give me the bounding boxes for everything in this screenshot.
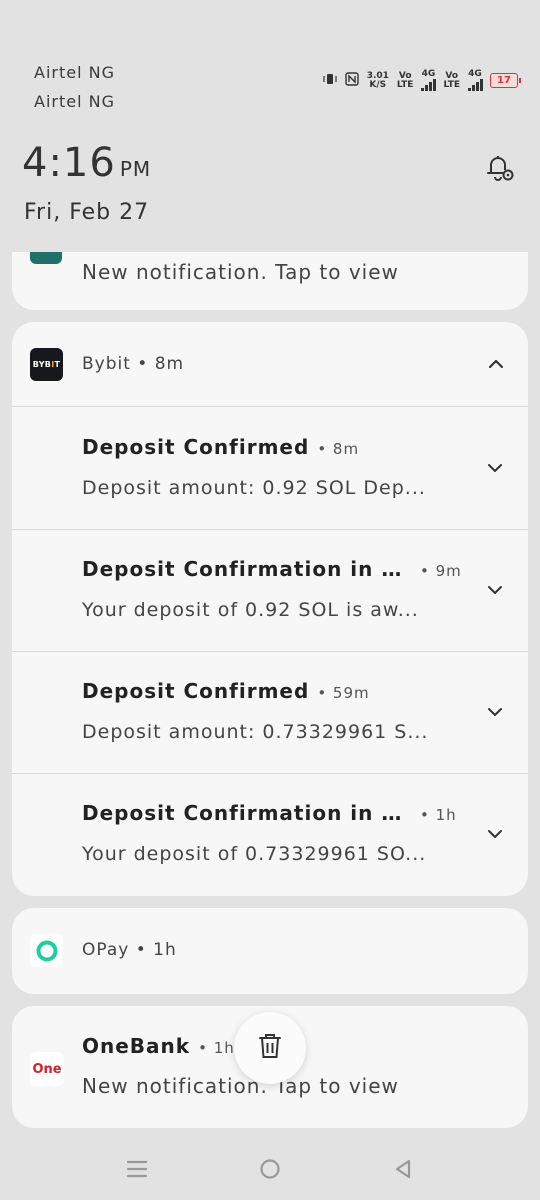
volte-indicator-1: Vo LTE bbox=[396, 71, 414, 90]
signal-2: 4G bbox=[468, 69, 483, 91]
notification-title: OneBank bbox=[82, 1034, 191, 1058]
bybit-logo-icon: BYB I T bbox=[30, 348, 63, 381]
notification-title: Deposit Confirmation in Pro... bbox=[82, 801, 412, 825]
opay-app-name: OPay • 1h bbox=[82, 940, 177, 960]
volte-indicator-2: Vo LTE bbox=[443, 71, 460, 90]
notification-item[interactable]: Deposit Confirmation in Pr... • 9m Your d… bbox=[12, 529, 528, 652]
notification-text: New notification. Tap to view bbox=[82, 260, 399, 284]
speed-unit: K/S bbox=[369, 79, 387, 90]
notification-body: Deposit amount: 0.73329961 S... bbox=[82, 721, 429, 743]
notification-title: Deposit Confirmation in Pr... bbox=[82, 557, 412, 581]
notification-item[interactable]: Deposit Confirmed • 59m Deposit amount: 0… bbox=[12, 651, 528, 774]
chevron-down-icon[interactable] bbox=[484, 823, 506, 845]
notification-time: • 59m bbox=[317, 684, 370, 702]
signal-bars-icon bbox=[468, 79, 483, 91]
volte-sub: LTE bbox=[443, 79, 460, 90]
navigation-bar bbox=[0, 1140, 540, 1200]
notification-time: • 9m bbox=[420, 562, 462, 580]
notification-body: Your deposit of 0.73329961 SO... bbox=[82, 843, 427, 865]
home-icon[interactable] bbox=[255, 1154, 285, 1184]
clock-ampm: PM bbox=[119, 157, 152, 181]
onebank-logo-icon: One bbox=[30, 1052, 64, 1086]
chevron-down-icon[interactable] bbox=[484, 579, 506, 601]
battery-icon: 17 bbox=[490, 73, 521, 88]
battery-level: 17 bbox=[497, 75, 511, 86]
bybit-notification-group[interactable]: BYB I T Bybit • 8m Deposit Confirmed • 8m D… bbox=[12, 322, 528, 896]
notification-body: Your deposit of 0.92 SOL is aw... bbox=[82, 599, 419, 621]
chevron-down-icon[interactable] bbox=[484, 457, 506, 479]
bybit-group-header[interactable]: BYB I T Bybit • 8m bbox=[12, 322, 528, 407]
notification-time: • 1h bbox=[198, 1039, 235, 1057]
carrier-label-1: Airtel NG bbox=[34, 63, 115, 82]
back-icon[interactable] bbox=[388, 1154, 418, 1184]
carrier-label-2: Airtel NG bbox=[34, 92, 115, 111]
network-type: 4G bbox=[468, 69, 482, 79]
clear-all-button[interactable] bbox=[234, 1012, 306, 1084]
chevron-up-icon[interactable] bbox=[484, 352, 508, 376]
notification-title-line: Deposit Confirmation in Pr... • 9m bbox=[82, 557, 462, 581]
notification-body: Deposit amount: 0.92 SOL Dep... bbox=[82, 477, 426, 499]
clock[interactable]: 4:16 PM bbox=[22, 140, 151, 186]
signal-bars-icon bbox=[421, 79, 436, 91]
notification-time: • 1h bbox=[420, 806, 457, 824]
network-type: 4G bbox=[421, 69, 436, 79]
network-speed: 3.01 K/S bbox=[367, 71, 389, 90]
notification-title-line: Deposit Confirmed • 59m bbox=[82, 679, 370, 703]
app-icon bbox=[30, 252, 62, 264]
clock-time: 4:16 bbox=[22, 140, 116, 186]
notification-time: • 8m bbox=[317, 440, 360, 458]
notification-title-line: Deposit Confirmed • 8m bbox=[82, 435, 359, 459]
system-status-icons: 3.01 K/S Vo LTE 4G Vo LTE 4G 17 bbox=[323, 69, 521, 91]
logo-text: BYB bbox=[32, 360, 52, 369]
nfc-icon bbox=[344, 72, 359, 89]
chevron-down-icon[interactable] bbox=[484, 701, 506, 723]
volte-sub: LTE bbox=[396, 79, 414, 90]
date-label[interactable]: Fri, Feb 27 bbox=[24, 200, 149, 225]
vibrate-icon bbox=[323, 72, 337, 89]
opay-notification[interactable]: OPay • 1h bbox=[12, 908, 528, 994]
trash-icon bbox=[256, 1031, 284, 1065]
notification-item[interactable]: Deposit Confirmation in Pro... • 1h Your … bbox=[12, 773, 528, 895]
bell-settings-icon[interactable] bbox=[482, 150, 516, 184]
notification-title-line: Deposit Confirmation in Pro... • 1h bbox=[82, 801, 457, 825]
notification-title-line: OneBank • 1h bbox=[82, 1034, 235, 1058]
notification-item[interactable]: Deposit Confirmed • 8m Deposit amount: 0.… bbox=[12, 407, 528, 530]
logo-text: T bbox=[54, 360, 61, 369]
bybit-app-name: Bybit • 8m bbox=[82, 354, 185, 374]
notification-card-partial[interactable]: New notification. Tap to view bbox=[12, 252, 528, 310]
signal-1: 4G bbox=[421, 69, 436, 91]
carrier-info: Airtel NG Airtel NG bbox=[34, 58, 115, 116]
logo-text: One bbox=[32, 1061, 62, 1077]
opay-logo-icon bbox=[30, 934, 63, 967]
notification-body: New notification. Tap to view bbox=[82, 1074, 399, 1098]
notification-title: Deposit Confirmed bbox=[82, 435, 310, 459]
notification-title: Deposit Confirmed bbox=[82, 679, 310, 703]
menu-icon[interactable] bbox=[122, 1154, 152, 1184]
